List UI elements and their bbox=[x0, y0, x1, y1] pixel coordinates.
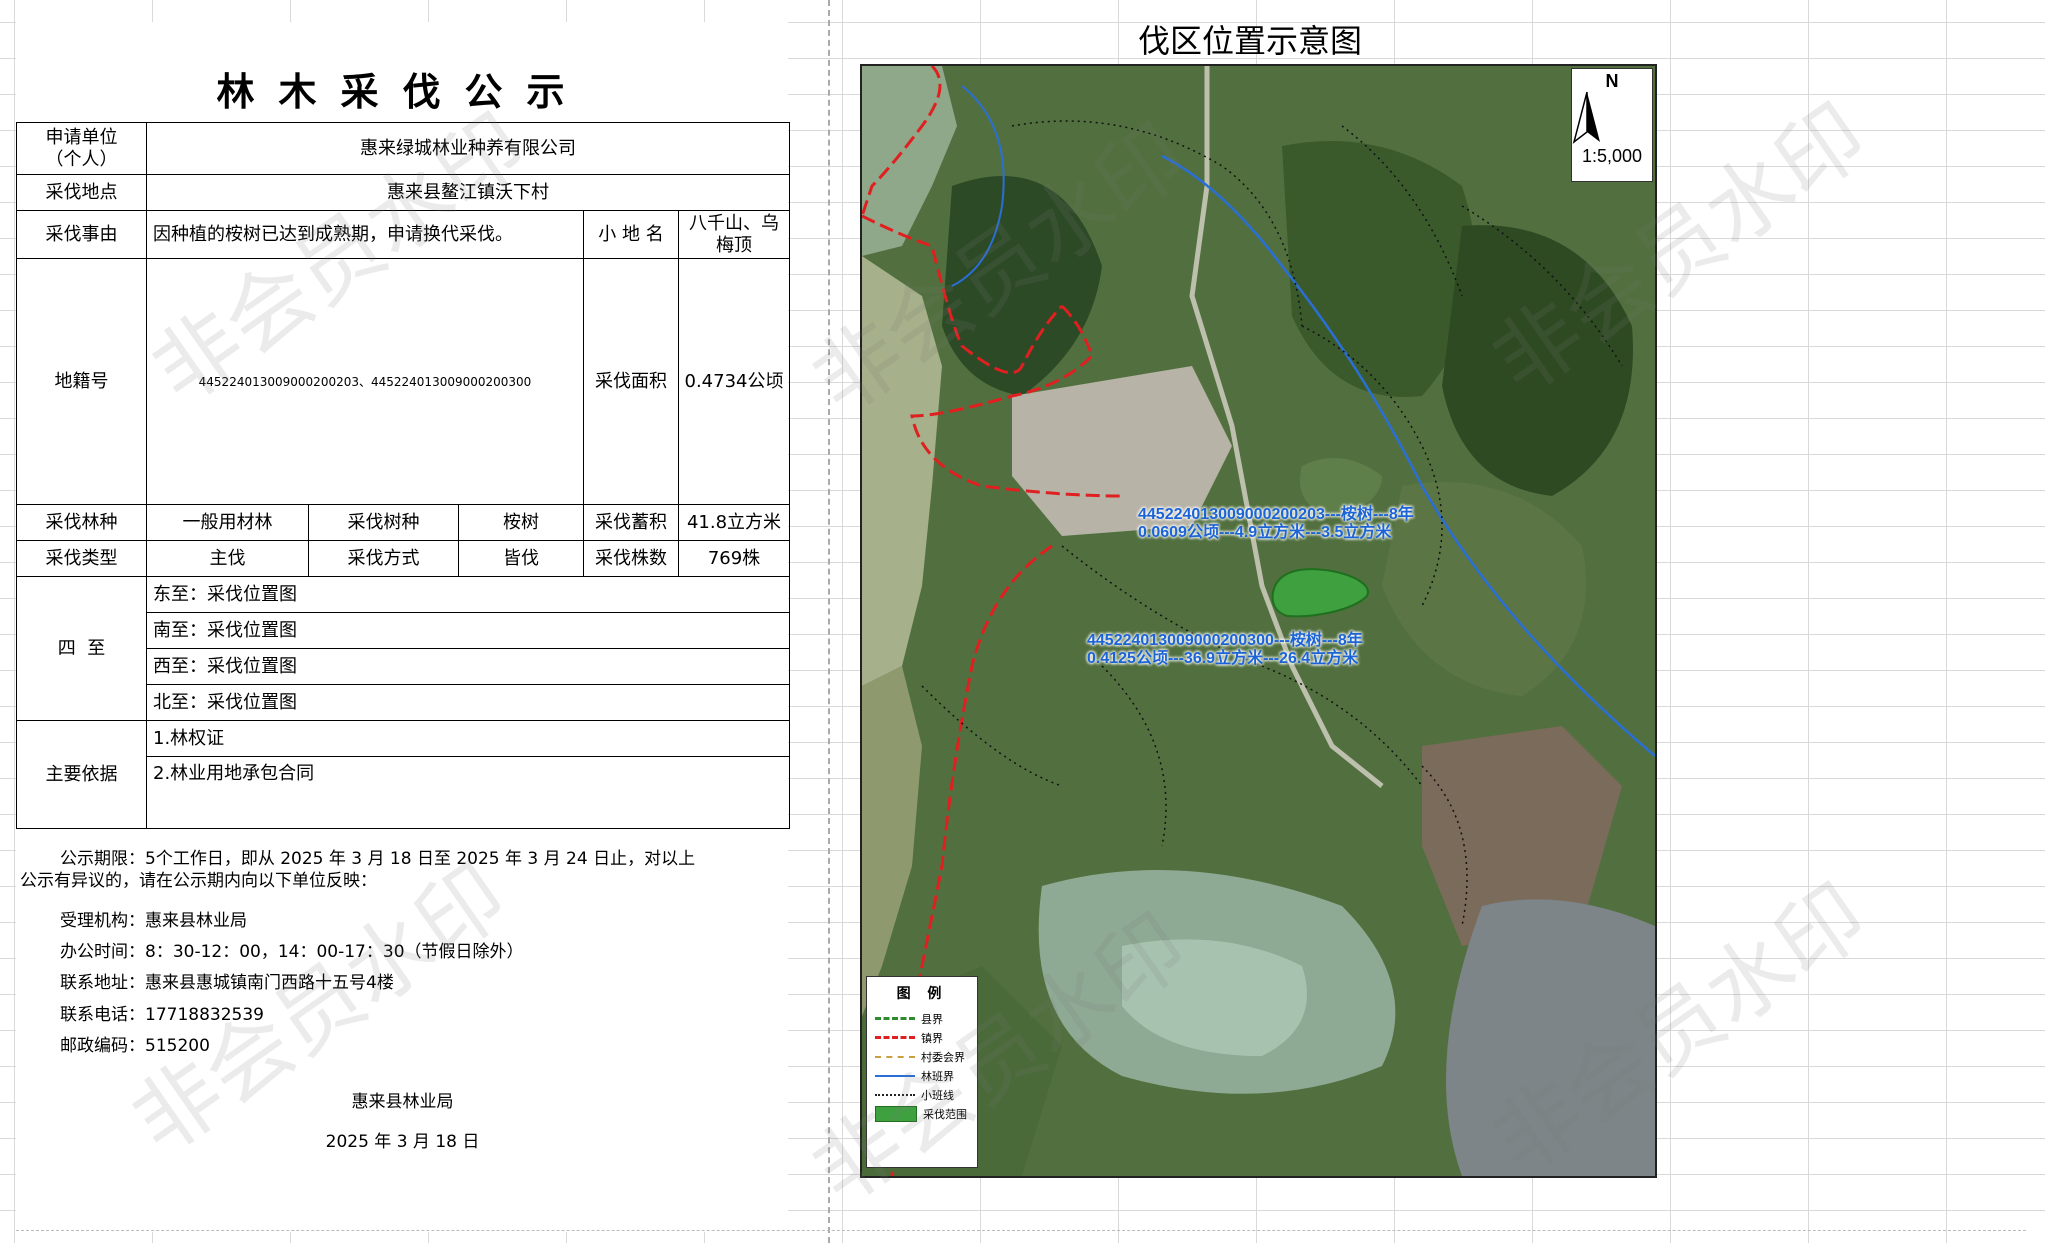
legend-label: 林班界 bbox=[921, 1069, 954, 1083]
area-value: 0.4734公顷 bbox=[678, 258, 790, 505]
postcode-line: 邮政编码：515200 bbox=[60, 1036, 210, 1056]
period-line-1: 公示期限：5个工作日，即从 2025 年 3 月 18 日至 2025 年 3 … bbox=[60, 849, 696, 869]
forest-type-label: 采伐林种 bbox=[16, 504, 147, 541]
legend-item-town: 镇界 bbox=[867, 1028, 977, 1047]
parcel-value: 445224013009000200203、445224013009000200… bbox=[146, 258, 584, 505]
address-line: 联系地址：惠来县惠城镇南门西路十五号4楼 bbox=[60, 973, 394, 993]
small-place-label: 小 地 名 bbox=[583, 210, 679, 259]
agency-line: 受理机构：惠来县林业局 bbox=[60, 911, 247, 931]
hours-line: 办公时间：8：30-12：00，14：00-17：30（节假日除外） bbox=[60, 942, 524, 962]
parcel-label-2-line1: 445224013009000200300---桉树---8年 bbox=[1087, 632, 1363, 649]
north-label: N bbox=[1605, 71, 1619, 91]
legend-swatch bbox=[875, 1105, 917, 1122]
legend-swatch bbox=[875, 1093, 915, 1096]
period-line-2: 公示有异议的，请在公示期内向以下单位反映： bbox=[20, 871, 377, 891]
page-break-line-bottom bbox=[16, 1230, 2026, 1231]
boundary-label: 四 至 bbox=[16, 576, 147, 721]
cut-method-value: 皆伐 bbox=[458, 540, 584, 577]
count-value: 769株 bbox=[678, 540, 790, 577]
legend-swatch bbox=[875, 1017, 915, 1020]
issuer-line: 惠来县林业局 bbox=[351, 1092, 454, 1112]
reason-label: 采伐事由 bbox=[16, 210, 147, 259]
legend-label: 镇界 bbox=[921, 1031, 943, 1045]
legend-item-subcompartment: 小班线 bbox=[867, 1085, 977, 1104]
applicant-label: 申请单位 （个人） bbox=[16, 122, 147, 175]
location-value: 惠来县鳌江镇沃下村 bbox=[146, 174, 790, 211]
legend-item-county: 县界 bbox=[867, 1009, 977, 1028]
count-label: 采伐株数 bbox=[583, 540, 679, 577]
legend-item-village: 村委会界 bbox=[867, 1047, 977, 1066]
phone-line: 联系电话：17718832539 bbox=[60, 1005, 264, 1025]
volume-label: 采伐蓄积 bbox=[583, 504, 679, 541]
boundary-west: 西至：采伐位置图 bbox=[146, 648, 790, 685]
tree-species-value: 桉树 bbox=[458, 504, 584, 541]
date-line: 2025 年 3 月 18 日 bbox=[325, 1132, 480, 1152]
forest-type-value: 一般用材林 bbox=[146, 504, 309, 541]
notice-table: 申请单位 （个人） 惠来绿城林业种养有限公司 采伐地点 惠来县鳌江镇沃下村 采伐… bbox=[16, 122, 790, 829]
cut-type-label: 采伐类型 bbox=[16, 540, 147, 577]
tree-species-label: 采伐树种 bbox=[308, 504, 459, 541]
location-label: 采伐地点 bbox=[16, 174, 147, 211]
map-title: 伐区位置示意图 bbox=[1137, 22, 1362, 60]
boundary-east: 东至：采伐位置图 bbox=[146, 576, 790, 613]
cut-method-label: 采伐方式 bbox=[308, 540, 459, 577]
legend-swatch bbox=[875, 1036, 915, 1039]
satellite-map: N 1:5,000 445224013009000200203---桉树---8… bbox=[860, 64, 1657, 1178]
parcel-label-2: 445224013009000200300---桉树---8年 0.4125公顷… bbox=[1087, 632, 1363, 668]
parcel-label-1-line1: 445224013009000200203---桉树---8年 bbox=[1138, 506, 1414, 523]
legend-item-forest-class: 林班界 bbox=[867, 1066, 977, 1085]
area-label: 采伐面积 bbox=[583, 258, 679, 505]
basis-item-1: 1.林权证 bbox=[146, 720, 790, 757]
basis-label: 主要依据 bbox=[16, 720, 147, 829]
legend-label: 采伐范围 bbox=[923, 1107, 967, 1121]
parcel-label: 地籍号 bbox=[16, 258, 147, 505]
parcel-label-1: 445224013009000200203---桉树---8年 0.0609公顷… bbox=[1138, 506, 1414, 542]
boundary-north: 北至：采伐位置图 bbox=[146, 684, 790, 721]
scale-label: 1:5,000 bbox=[1581, 146, 1643, 166]
applicant-value: 惠来绿城林业种养有限公司 bbox=[146, 122, 790, 175]
north-arrow-icon bbox=[1572, 92, 1600, 144]
legend-swatch bbox=[875, 1074, 915, 1077]
volume-value: 41.8立方米 bbox=[678, 504, 790, 541]
legend-item-harvest: 采伐范围 bbox=[867, 1104, 977, 1123]
small-place-value: 八千山、乌梅顶 bbox=[678, 210, 790, 259]
legend-swatch bbox=[875, 1055, 915, 1058]
basis-item-2: 2.林业用地承包合同 bbox=[146, 756, 790, 829]
legend-title: 图 例 bbox=[896, 986, 948, 1002]
map-legend: 图 例 县界 镇界 村委会界 林班界 小班线 采伐范围 bbox=[866, 976, 978, 1168]
notice-title: 林木采伐公示 bbox=[216, 69, 589, 114]
legend-label: 小班线 bbox=[921, 1088, 954, 1102]
legend-label: 县界 bbox=[921, 1012, 943, 1026]
boundary-south: 南至：采伐位置图 bbox=[146, 612, 790, 649]
legend-label: 村委会界 bbox=[921, 1050, 965, 1064]
parcel-label-1-line2: 0.0609公顷---4.9立方米---3.5立方米 bbox=[1138, 524, 1392, 541]
scale-box: N 1:5,000 bbox=[1571, 68, 1653, 182]
cut-type-value: 主伐 bbox=[146, 540, 309, 577]
reason-value: 因种植的桉树已达到成熟期，申请换代采伐。 bbox=[146, 210, 584, 259]
map-imagery bbox=[862, 66, 1655, 1176]
parcel-label-2-line2: 0.4125公顷---36.9立方米---26.4立方米 bbox=[1087, 650, 1359, 667]
